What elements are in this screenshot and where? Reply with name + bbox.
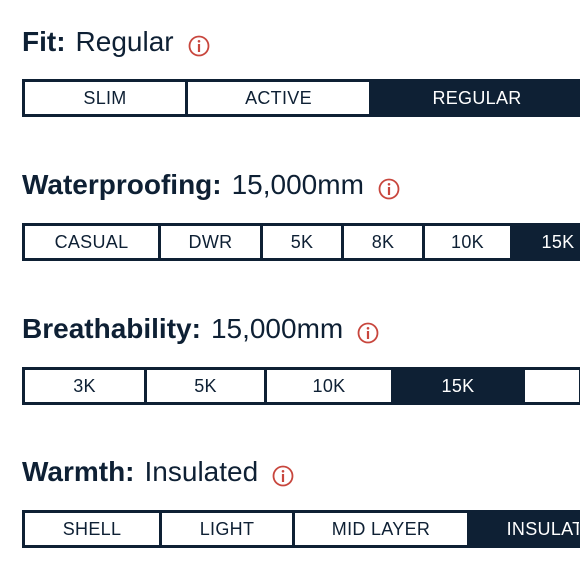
waterproofing-label: Waterproofing: bbox=[22, 169, 222, 200]
waterproofing-options: CASUAL DWR 5K 8K 10K 15K bbox=[25, 226, 579, 258]
breathability-option-3k[interactable]: 3K bbox=[25, 370, 147, 402]
fit-value: Regular bbox=[75, 26, 174, 57]
waterproofing-selector: CASUAL DWR 5K 8K 10K 15K bbox=[22, 223, 580, 261]
breathability-selector: 3K 5K 10K 15K 2 bbox=[22, 367, 580, 405]
breathability-option-5k[interactable]: 5K bbox=[147, 370, 267, 402]
waterproofing-info-icon[interactable] bbox=[378, 174, 400, 200]
warmth-option-insulated[interactable]: INSULAT bbox=[470, 513, 579, 545]
fit-option-active[interactable]: ACTIVE bbox=[188, 82, 372, 114]
fit-option-regular[interactable]: REGULAR bbox=[372, 82, 579, 114]
breathability-options: 3K 5K 10K 15K 2 bbox=[25, 370, 579, 402]
breathability-heading: Breathability: 15,000mm bbox=[22, 312, 379, 346]
warmth-heading: Warmth: Insulated bbox=[22, 455, 294, 489]
waterproofing-option-dwr[interactable]: DWR bbox=[161, 226, 263, 258]
breathability-info-icon[interactable] bbox=[357, 318, 379, 344]
waterproofing-option-8k[interactable]: 8K bbox=[344, 226, 425, 258]
fit-options: SLIM ACTIVE REGULAR bbox=[25, 82, 579, 114]
breathability-value: 15,000mm bbox=[210, 313, 344, 344]
waterproofing-option-10k[interactable]: 10K bbox=[425, 226, 513, 258]
waterproofing-option-5k[interactable]: 5K bbox=[263, 226, 344, 258]
fit-info-icon[interactable] bbox=[188, 31, 210, 57]
warmth-option-shell[interactable]: SHELL bbox=[25, 513, 162, 545]
breathability-option-2[interactable]: 2 bbox=[525, 370, 579, 402]
warmth-options: SHELL LIGHT MID LAYER INSULAT bbox=[25, 513, 579, 545]
waterproofing-option-casual[interactable]: CASUAL bbox=[25, 226, 161, 258]
warmth-label: Warmth: bbox=[22, 456, 135, 487]
fit-label: Fit: bbox=[22, 26, 66, 57]
waterproofing-value: 15,000mm bbox=[231, 169, 364, 200]
warmth-option-mid-layer[interactable]: MID LAYER bbox=[295, 513, 470, 545]
warmth-info-icon[interactable] bbox=[272, 461, 294, 487]
fit-selector: SLIM ACTIVE REGULAR bbox=[22, 79, 580, 117]
waterproofing-option-15k[interactable]: 15K bbox=[513, 226, 579, 258]
breathability-option-15k[interactable]: 15K bbox=[394, 370, 525, 402]
warmth-selector: SHELL LIGHT MID LAYER INSULAT bbox=[22, 510, 580, 548]
waterproofing-heading: Waterproofing: 15,000mm bbox=[22, 168, 400, 202]
fit-option-slim[interactable]: SLIM bbox=[25, 82, 188, 114]
fit-heading: Fit: Regular bbox=[22, 25, 210, 59]
breathability-label: Breathability: bbox=[22, 313, 201, 344]
warmth-value: Insulated bbox=[144, 456, 259, 487]
warmth-option-light[interactable]: LIGHT bbox=[162, 513, 295, 545]
breathability-option-10k[interactable]: 10K bbox=[267, 370, 394, 402]
